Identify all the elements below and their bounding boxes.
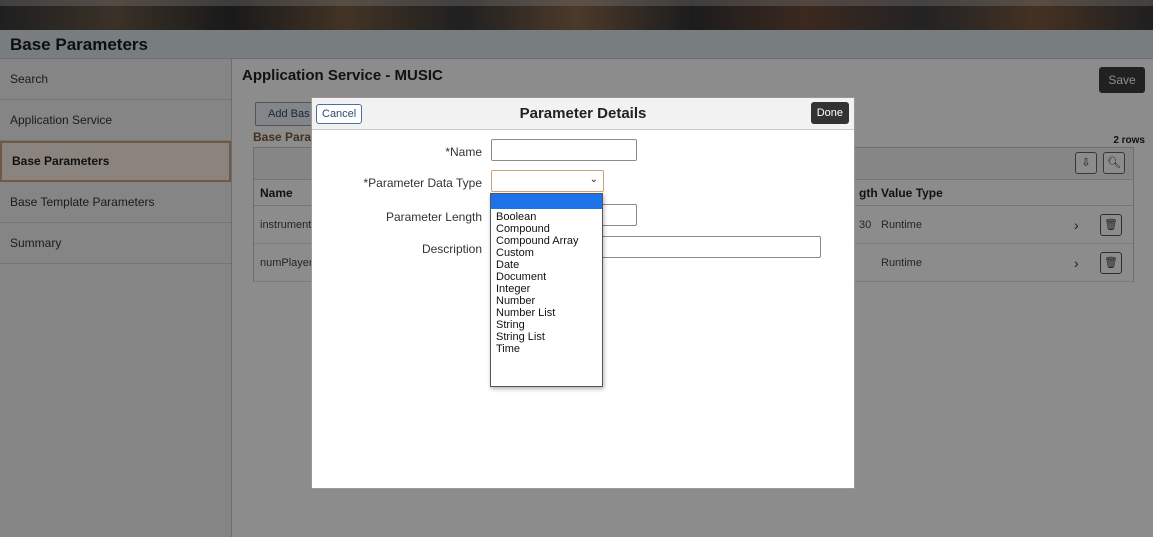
parameter-length-label: Parameter Length: [385, 210, 482, 224]
done-button[interactable]: Done: [810, 102, 849, 124]
description-label: Description: [421, 242, 482, 256]
name-field[interactable]: [491, 139, 637, 161]
type-option-boolean[interactable]: Boolean: [491, 211, 602, 223]
type-option-number-list[interactable]: Number List: [491, 307, 602, 319]
type-option-integer[interactable]: Integer: [491, 283, 602, 295]
type-option-blank[interactable]: [491, 194, 602, 209]
type-option-time[interactable]: Time: [491, 343, 602, 355]
modal-header: Cancel Parameter Details Done: [312, 98, 854, 130]
name-label: *Name: [445, 145, 482, 159]
type-option-compound[interactable]: Compound: [491, 223, 602, 235]
type-option-string-list[interactable]: String List: [491, 331, 602, 343]
chevron-down-icon: ⌄: [589, 174, 598, 185]
type-option-document[interactable]: Document: [491, 271, 602, 283]
type-option-date[interactable]: Date: [491, 259, 602, 271]
type-option-string[interactable]: String: [491, 319, 602, 331]
parameter-data-type-label: *Parameter Data Type: [363, 176, 482, 190]
parameter-data-type-select[interactable]: ⌄: [491, 170, 604, 192]
type-option-custom[interactable]: Custom: [491, 247, 602, 259]
type-option-compound-array[interactable]: Compound Array: [491, 235, 602, 247]
type-option-number[interactable]: Number: [491, 295, 602, 307]
parameter-data-type-dropdown: Boolean Compound Compound Array Custom D…: [490, 193, 603, 387]
modal-title: Parameter Details: [519, 105, 647, 122]
